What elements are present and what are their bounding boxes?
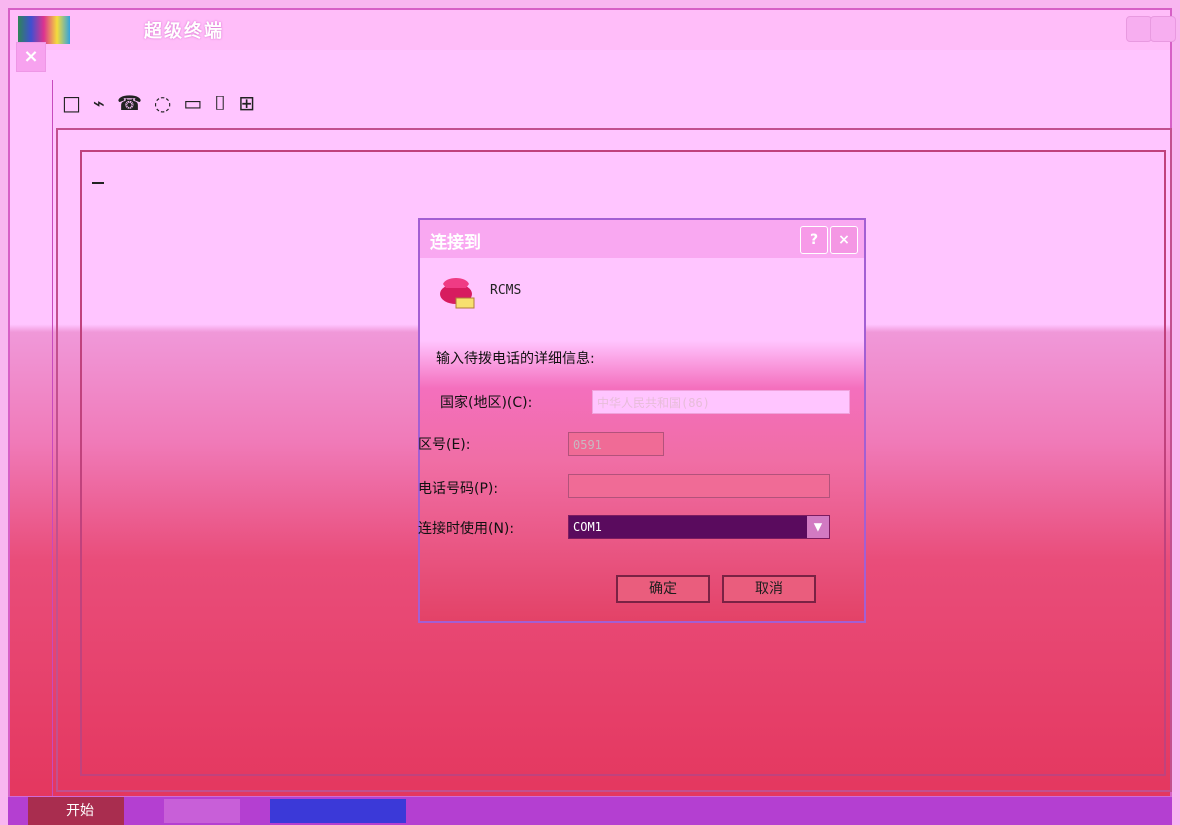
send-icon[interactable]: ▭ (183, 88, 202, 118)
help-icon[interactable]: ? (800, 226, 828, 254)
country-select[interactable]: 中华人民共和国(86) (592, 390, 850, 414)
minimize-button[interactable] (1126, 16, 1152, 42)
new-file-icon[interactable]: □ (62, 88, 81, 118)
taskbar: 开始 (8, 796, 1172, 825)
open-folder-icon[interactable]: ⌁ (93, 88, 105, 118)
dial-phone-icon[interactable]: ☎ (117, 88, 142, 118)
properties-icon[interactable]: ⊞ (238, 88, 255, 118)
dialog-title: 连接到 (430, 233, 481, 253)
connection-name: RCMS (490, 282, 522, 298)
area-code-input[interactable]: 0591 (568, 432, 664, 456)
hang-up-icon[interactable]: ◌ (154, 88, 171, 118)
telephone-icon (440, 278, 475, 309)
taskbar-item[interactable] (270, 799, 406, 823)
receive-icon[interactable]: ⌷ (214, 88, 226, 118)
app-icon (18, 16, 70, 44)
maximize-button[interactable] (1150, 16, 1176, 42)
phone-number-label: 电话号码(P): (418, 481, 499, 497)
instruction-text: 输入待拨电话的详细信息: (436, 351, 595, 367)
dialog-close-icon[interactable]: × (830, 226, 858, 254)
window-title: 超级终端 (144, 21, 224, 42)
taskbar-item[interactable] (164, 799, 240, 823)
cancel-button[interactable]: 取消 (722, 575, 816, 603)
ok-button[interactable]: 确定 (616, 575, 710, 603)
text-cursor (92, 182, 104, 184)
connect-using-select[interactable]: COM1 ▼ (568, 515, 830, 539)
title-bar: 超级终端 (10, 10, 1176, 50)
connect-dialog: 连接到 ? × RCMS 输入待拨电话的详细信息: 国家(地区)(C): 中华人… (418, 218, 866, 623)
start-button[interactable]: 开始 (28, 797, 124, 825)
close-icon[interactable]: × (16, 42, 46, 72)
country-label: 国家(地区)(C): (440, 395, 533, 411)
connection-info: RCMS (436, 270, 521, 310)
menu-bar (62, 52, 172, 76)
side-strip (18, 80, 53, 800)
chevron-down-icon[interactable]: ▼ (807, 516, 829, 538)
toolbar: □ ⌁ ☎ ◌ ▭ ⌷ ⊞ (62, 88, 255, 118)
connect-using-value: COM1 (573, 520, 602, 534)
phone-number-input[interactable] (568, 474, 830, 498)
connect-using-label: 连接时使用(N): (418, 521, 515, 537)
dialog-title-bar: 连接到 ? × (420, 220, 864, 258)
area-code-label: 区号(E): (418, 437, 471, 453)
